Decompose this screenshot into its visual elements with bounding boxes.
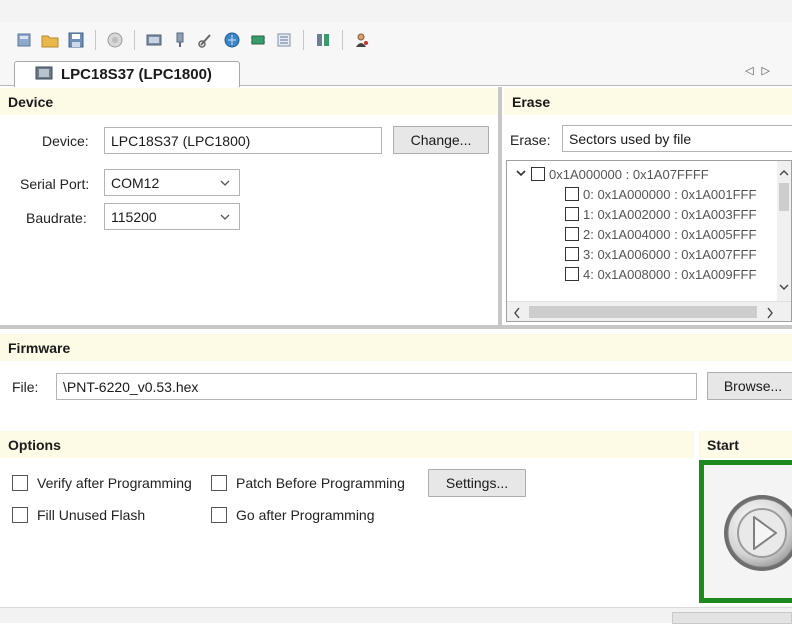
- erase-mode-value: Sectors used by file: [569, 130, 692, 147]
- tab-scroll-arrows-icon[interactable]: ◁▷: [745, 64, 778, 77]
- patch-option[interactable]: Patch Before Programming: [211, 475, 405, 491]
- horizontal-splitter[interactable]: [0, 325, 792, 329]
- serial-port-select[interactable]: COM12: [104, 169, 240, 196]
- sector-checkbox[interactable]: [565, 247, 579, 261]
- sector-label: 2: 0x1A004000 : 0x1A005FFF: [583, 226, 757, 242]
- sector-label: 3: 0x1A006000 : 0x1A007FFF: [583, 246, 757, 262]
- toolbar-separator: [303, 30, 304, 50]
- verify-label: Verify after Programming: [37, 475, 192, 491]
- connect-icon[interactable]: [170, 30, 190, 50]
- scroll-right-icon[interactable]: [765, 306, 775, 321]
- vertical-splitter[interactable]: [498, 87, 502, 325]
- status-segment: [672, 612, 792, 624]
- go-after-checkbox[interactable]: [211, 507, 227, 523]
- tab-device[interactable]: LPC18S37 (LPC1800): [14, 61, 240, 87]
- tree-item[interactable]: 4: 0x1A008000 : 0x1A009FFF: [565, 265, 756, 283]
- play-icon: [724, 495, 792, 571]
- chip-icon[interactable]: [248, 30, 268, 50]
- sector-tree[interactable]: 0x1A000000 : 0x1A07FFFF 0: 0x1A000000 : …: [506, 160, 792, 322]
- fill-unused-checkbox[interactable]: [12, 507, 28, 523]
- patch-checkbox[interactable]: [211, 475, 227, 491]
- erase-panel-header: Erase: [504, 88, 792, 115]
- sector-checkbox[interactable]: [565, 187, 579, 201]
- browse-button[interactable]: Browse...: [707, 372, 792, 400]
- baudrate-value: 115200: [111, 208, 157, 225]
- firmware-file-field[interactable]: \PNT-6220_v0.53.hex: [56, 373, 697, 400]
- device-panel-header: Device: [0, 88, 497, 115]
- toolbar-separator: [95, 30, 96, 50]
- menu-bar: [0, 0, 792, 22]
- scroll-down-icon[interactable]: [779, 279, 789, 295]
- tree-root-label: 0x1A000000 : 0x1A07FFFF: [549, 166, 709, 182]
- chevron-down-icon: [219, 210, 231, 226]
- sector-checkbox[interactable]: [565, 227, 579, 241]
- go-after-label: Go after Programming: [236, 507, 375, 523]
- user-icon[interactable]: [352, 30, 372, 50]
- chevron-down-icon[interactable]: [515, 167, 527, 182]
- erase-label: Erase:: [510, 132, 551, 148]
- sector-label: 1: 0x1A002000 : 0x1A003FFF: [583, 206, 757, 222]
- options-panel-header: Options: [0, 431, 694, 458]
- sector-checkbox[interactable]: [565, 267, 579, 281]
- baudrate-select[interactable]: 115200: [104, 203, 240, 230]
- sector-label: 0: 0x1A000000 : 0x1A001FFF: [583, 186, 757, 202]
- tree-item[interactable]: 2: 0x1A004000 : 0x1A005FFF: [565, 225, 756, 243]
- scrollbar-thumb[interactable]: [779, 183, 789, 211]
- tree-item[interactable]: 0: 0x1A000000 : 0x1A001FFF: [565, 185, 756, 203]
- fill-unused-option[interactable]: Fill Unused Flash: [12, 507, 145, 523]
- erase-mode-select[interactable]: Sectors used by file: [562, 125, 792, 152]
- sector-checkbox[interactable]: [565, 207, 579, 221]
- tree-root-row[interactable]: 0x1A000000 : 0x1A07FFFF: [515, 165, 709, 183]
- device-label: Device:: [42, 133, 89, 149]
- firmware-panel-header: Firmware: [0, 334, 792, 361]
- device-icon[interactable]: [144, 30, 164, 50]
- tree-root-checkbox[interactable]: [531, 167, 545, 181]
- toolbar: [0, 22, 792, 58]
- start-button[interactable]: [699, 460, 792, 603]
- settings-button[interactable]: Settings...: [428, 469, 526, 497]
- probe-icon[interactable]: [196, 30, 216, 50]
- verify-option[interactable]: Verify after Programming: [12, 475, 192, 491]
- tree-horizontal-scrollbar[interactable]: [507, 301, 791, 321]
- save-icon[interactable]: [66, 30, 86, 50]
- baudrate-label: Baudrate:: [26, 210, 87, 226]
- tree-item[interactable]: 3: 0x1A006000 : 0x1A007FFF: [565, 245, 756, 263]
- list-icon[interactable]: [274, 30, 294, 50]
- tab-strip: LPC18S37 (LPC1800) ◁▷: [0, 58, 792, 87]
- memory-icon[interactable]: [313, 30, 333, 50]
- toolbar-separator: [134, 30, 135, 50]
- sector-label: 4: 0x1A008000 : 0x1A009FFF: [583, 266, 757, 282]
- status-strip: [0, 607, 792, 624]
- scrollbar-thumb[interactable]: [529, 306, 757, 318]
- globe-icon[interactable]: [222, 30, 242, 50]
- fill-unused-label: Fill Unused Flash: [37, 507, 146, 523]
- patch-label: Patch Before Programming: [236, 475, 405, 491]
- start-panel-header: Start: [699, 431, 792, 458]
- scroll-up-icon[interactable]: [779, 165, 789, 181]
- device-field[interactable]: LPC18S37 (LPC1800): [104, 127, 382, 154]
- chevron-down-icon: [219, 176, 231, 192]
- go-after-option[interactable]: Go after Programming: [211, 507, 375, 523]
- tree-item[interactable]: 1: 0x1A002000 : 0x1A003FFF: [565, 205, 756, 223]
- file-label: File:: [12, 379, 39, 395]
- verify-checkbox[interactable]: [12, 475, 28, 491]
- tab-title: LPC18S37 (LPC1800): [61, 66, 212, 83]
- scroll-left-icon[interactable]: [512, 306, 522, 321]
- new-project-icon[interactable]: [14, 30, 34, 50]
- device-tab-icon: [35, 65, 53, 85]
- stop-icon[interactable]: [105, 30, 125, 50]
- change-device-button[interactable]: Change...: [393, 126, 489, 154]
- open-folder-icon[interactable]: [40, 30, 60, 50]
- serial-port-value: COM12: [111, 174, 160, 191]
- tree-vertical-scrollbar[interactable]: [777, 161, 791, 301]
- serial-port-label: Serial Port:: [20, 176, 90, 192]
- toolbar-separator: [342, 30, 343, 50]
